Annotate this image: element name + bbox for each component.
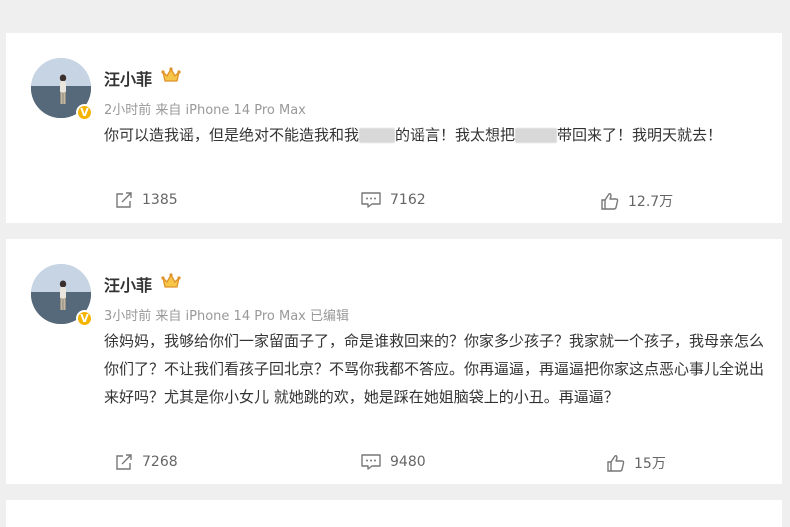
comment-count: 7162 bbox=[390, 192, 426, 208]
post-meta: 2小时前 来自 iPhone 14 Pro Max bbox=[104, 103, 306, 118]
like-count: 12.7万 bbox=[628, 194, 674, 210]
verified-badge-icon: V bbox=[76, 310, 93, 327]
post-card: V 汪小菲 2小时前 来自 iPhone 14 Pro Max 你可以造我谣，但… bbox=[6, 33, 782, 223]
comment-icon bbox=[361, 454, 381, 470]
repost-button[interactable]: 1385 bbox=[114, 191, 178, 209]
crown-icon bbox=[161, 273, 181, 288]
crown-icon bbox=[161, 67, 181, 82]
username[interactable]: 汪小菲 bbox=[104, 66, 152, 90]
repost-count: 1385 bbox=[142, 192, 178, 208]
comment-count: 9480 bbox=[390, 454, 426, 470]
username[interactable]: 汪小菲 bbox=[104, 272, 152, 296]
like-count: 15万 bbox=[634, 456, 666, 472]
post-card bbox=[6, 500, 782, 527]
repost-button[interactable]: 7268 bbox=[114, 453, 178, 471]
action-bar: 7268 9480 15万 bbox=[6, 453, 782, 477]
action-bar: 1385 7162 12.7万 bbox=[6, 191, 782, 215]
comment-button[interactable]: 7162 bbox=[360, 191, 426, 209]
thumbs-up-icon bbox=[601, 193, 619, 210]
post-text: 带回来了！我明天就去！ bbox=[557, 126, 723, 144]
post-card: V 汪小菲 3小时前 来自 iPhone 14 Pro Max 已编辑 徐妈妈，… bbox=[6, 239, 782, 484]
post-text: 的谣言！我太想把 bbox=[395, 126, 516, 144]
post-text: 你可以造我谣，但是绝对不能造我和我 bbox=[104, 126, 360, 144]
blurred-text bbox=[515, 128, 558, 143]
post-content: 徐妈妈，我够给你们一家留面子了，命是谁救回来的？你家多少孩子？我家就一个孩子，我… bbox=[104, 332, 765, 406]
blurred-text bbox=[359, 128, 396, 143]
verified-badge-icon: V bbox=[76, 104, 93, 121]
post-content: 你可以造我谣，但是绝对不能造我和我 的谣言！我太想把 带回来了！我明天就去！ bbox=[104, 121, 764, 149]
repost-count: 7268 bbox=[142, 454, 178, 470]
share-icon bbox=[116, 454, 132, 470]
comment-button[interactable]: 9480 bbox=[360, 453, 426, 471]
comment-icon bbox=[361, 192, 381, 208]
like-button[interactable]: 12.7万 bbox=[600, 191, 673, 211]
thumbs-up-icon bbox=[607, 455, 625, 472]
post-meta: 3小时前 来自 iPhone 14 Pro Max 已编辑 bbox=[104, 309, 349, 324]
share-icon bbox=[116, 192, 132, 208]
like-button[interactable]: 15万 bbox=[606, 453, 666, 473]
